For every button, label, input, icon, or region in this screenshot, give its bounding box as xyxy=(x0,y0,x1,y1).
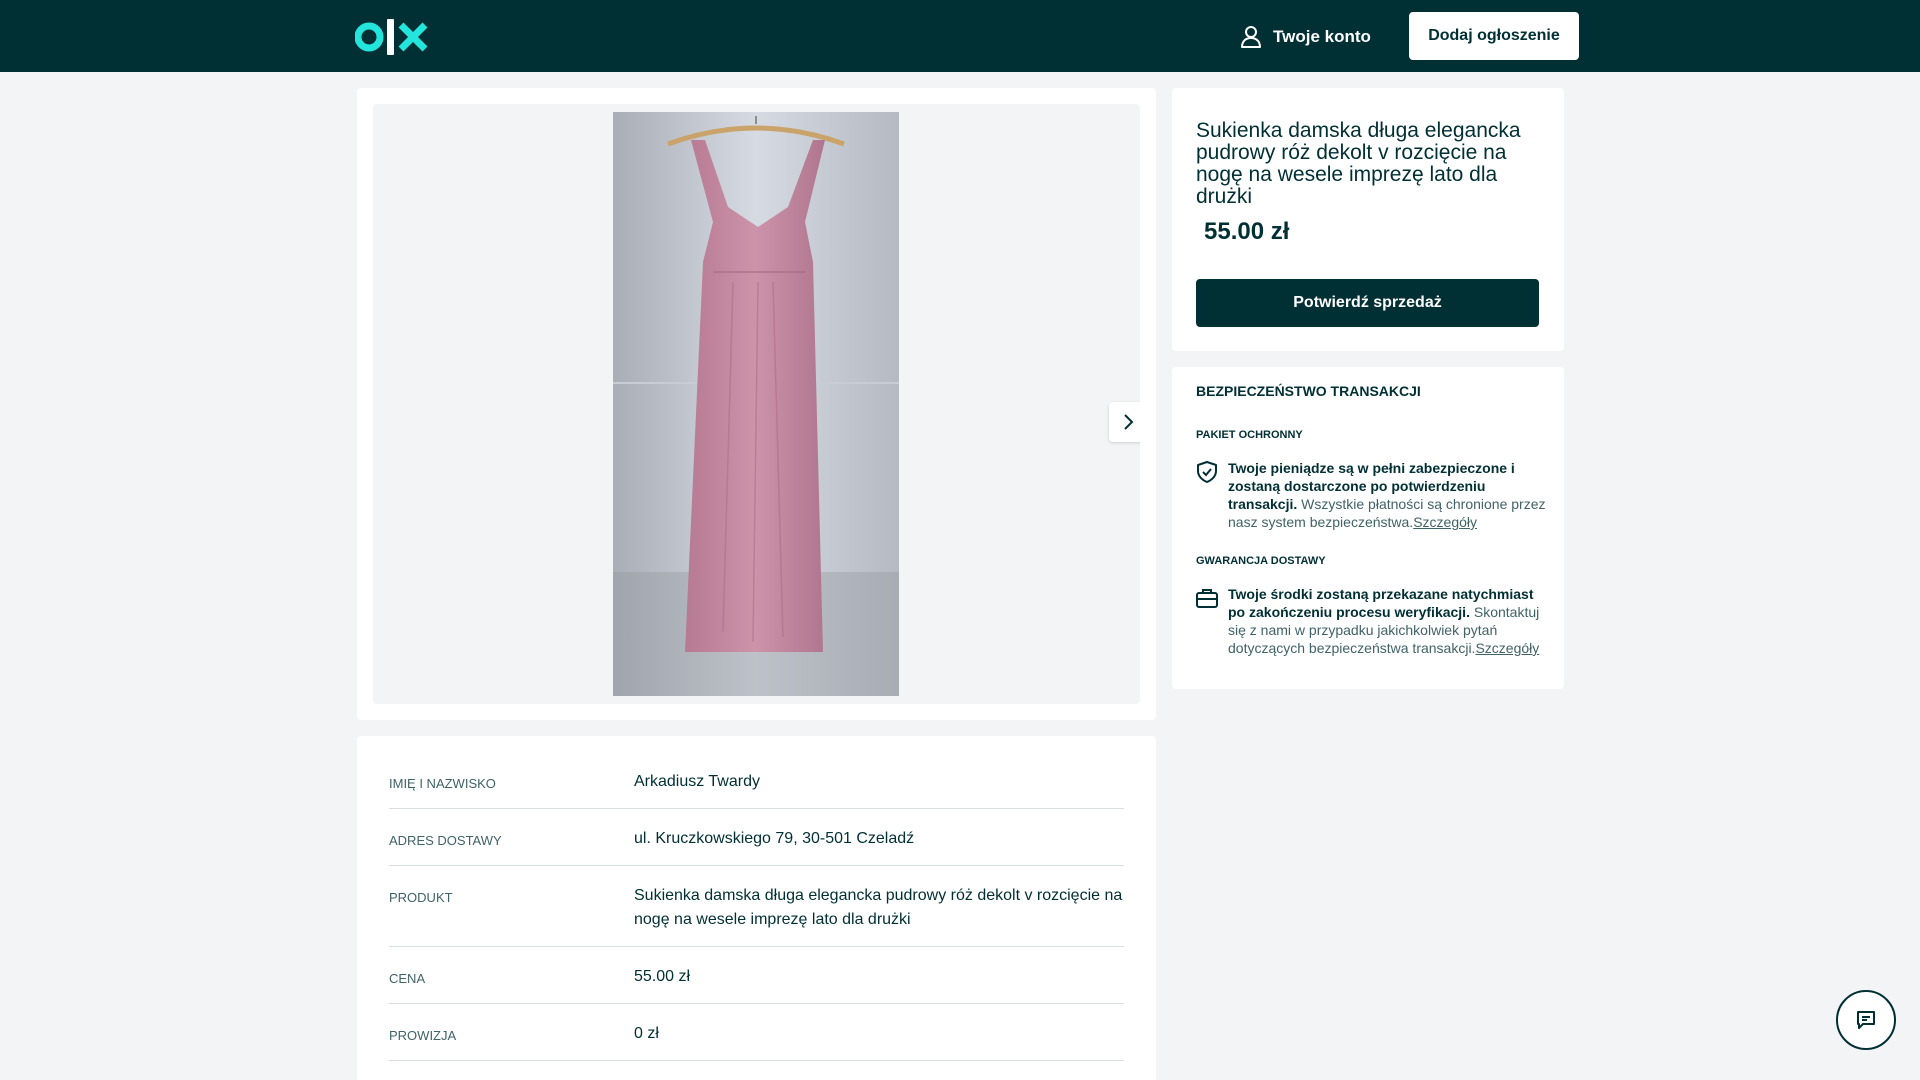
gallery-next-button[interactable] xyxy=(1109,402,1140,442)
account-link[interactable]: Twoje konto xyxy=(1241,24,1371,50)
chevron-right-icon xyxy=(1124,414,1134,430)
details-value: 0 zł xyxy=(634,1025,659,1042)
order-details-card: IMIĘ I NAZWISKO Arkadiusz Twardy ADRES D… xyxy=(357,736,1156,1080)
account-label: Twoje konto xyxy=(1273,27,1371,46)
protection-details-link[interactable]: Szczegóły xyxy=(1413,514,1477,530)
listing-title: Sukienka damska długa elegancka pudrowy … xyxy=(1196,119,1521,208)
details-row-address: ADRES DOSTAWY ul. Kruczkowskiego 79, 30-… xyxy=(389,809,1124,866)
details-row-commission: PROWIZJA 0 zł xyxy=(389,1004,1124,1061)
delivery-guarantee-item: Twoje środki zostaną przekazane natychmi… xyxy=(1196,585,1546,657)
user-icon xyxy=(1241,26,1261,48)
details-label: PRODUKT xyxy=(389,890,453,905)
details-row-name: IMIĘ I NAZWISKO Arkadiusz Twardy xyxy=(389,752,1124,809)
briefcase-icon xyxy=(1196,585,1228,657)
gallery-card xyxy=(357,88,1156,720)
delivery-guarantee-title: GWARANCJA DOSTAWY xyxy=(1196,555,1326,567)
protection-package-text: Twoje pieniądze są w pełni zabezpieczone… xyxy=(1228,459,1546,531)
details-label: PROWIZJA xyxy=(389,1028,457,1043)
delivery-details-link[interactable]: Szczegóły xyxy=(1475,640,1539,656)
details-row-product: PRODUKT Sukienka damska długa elegancka … xyxy=(389,866,1124,947)
details-label: ADRES DOSTAWY xyxy=(389,833,502,848)
order-details-table: IMIĘ I NAZWISKO Arkadiusz Twardy ADRES D… xyxy=(389,752,1124,1061)
listing-price: 55.00 zł xyxy=(1204,218,1290,245)
chat-icon xyxy=(1857,1011,1875,1029)
details-value: ul. Kruczkowskiego 79, 30-501 Czeladź xyxy=(634,830,915,847)
details-label: IMIĘ I NAZWISKO xyxy=(389,776,496,791)
details-value: Sukienka damska długa elegancka pudrowy … xyxy=(634,887,1123,928)
product-photo[interactable] xyxy=(613,112,899,696)
shield-check-icon xyxy=(1196,459,1228,531)
protection-package-title: PAKIET OCHRONNY xyxy=(1196,429,1303,441)
protection-package-item: Twoje pieniądze są w pełni zabezpieczone… xyxy=(1196,459,1546,531)
add-listing-button[interactable]: Dodaj ogłoszenie xyxy=(1409,12,1579,60)
confirm-sale-button[interactable]: Potwierdź sprzedaż xyxy=(1196,279,1539,327)
delivery-guarantee-text: Twoje środki zostaną przekazane natychmi… xyxy=(1228,585,1546,657)
details-value: Arkadiusz Twardy xyxy=(634,773,760,790)
chat-button[interactable] xyxy=(1836,990,1896,1050)
security-title: BEZPIECZEŃSTWO TRANSAKCJI xyxy=(1196,383,1421,399)
olx-logo[interactable] xyxy=(354,17,429,57)
details-value: 55.00 zł xyxy=(634,968,691,985)
details-label: CENA xyxy=(389,971,426,986)
listing-summary-card: Sukienka damska długa elegancka pudrowy … xyxy=(1172,88,1564,351)
transaction-security-card: BEZPIECZEŃSTWO TRANSAKCJI PAKIET OCHRONN… xyxy=(1172,367,1564,689)
top-header: Twoje konto Dodaj ogłoszenie xyxy=(0,0,1920,72)
details-row-price: CENA 55.00 zł xyxy=(389,947,1124,1004)
gallery xyxy=(373,104,1140,704)
